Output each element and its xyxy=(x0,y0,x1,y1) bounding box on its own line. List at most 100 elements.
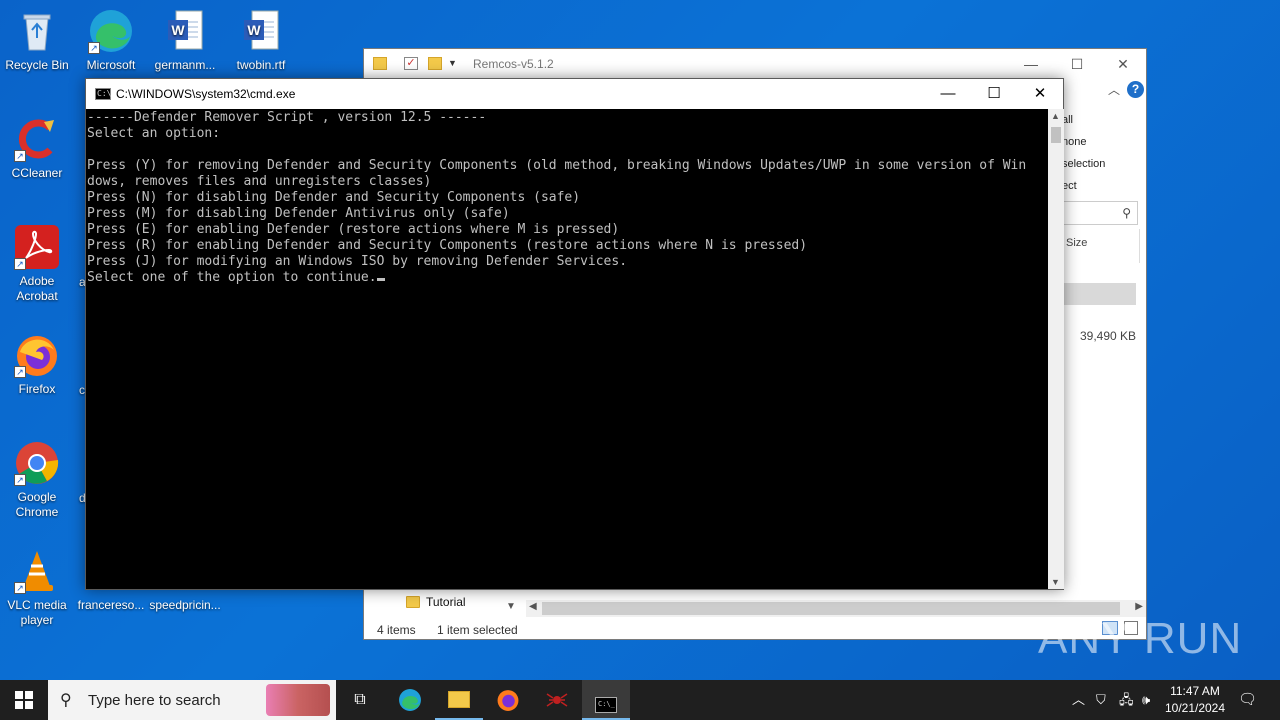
minimize-button[interactable]: — xyxy=(1008,49,1054,79)
windows-logo-icon xyxy=(15,691,33,709)
nav-item-label: Tutorial xyxy=(426,595,466,609)
search-input[interactable]: ⚲ xyxy=(1062,201,1138,225)
desktop-icon-edge[interactable]: ↗ Microsoft Edge xyxy=(74,8,148,73)
column-divider[interactable] xyxy=(1139,229,1140,263)
invert-selection-button[interactable]: selection xyxy=(1062,153,1105,175)
spider-icon xyxy=(546,693,568,707)
console-prompt-line: Select one of the option to continue. xyxy=(87,270,1048,286)
desktop-icon-germanm[interactable]: W germanm... xyxy=(148,8,222,73)
desktop-icon-label: speedpricin... xyxy=(149,598,221,612)
close-button[interactable]: ✕ xyxy=(1100,49,1146,79)
taskbar-search[interactable]: ⚲ Type here to search xyxy=(48,680,336,720)
console-line: Press (Y) for removing Defender and Secu… xyxy=(87,158,1027,173)
text-cursor xyxy=(376,278,385,281)
desktop-icon-chrome[interactable]: ↗ Google Chrome xyxy=(0,440,74,520)
select-all-button[interactable]: all xyxy=(1062,109,1105,131)
new-folder-icon[interactable] xyxy=(428,57,442,70)
search-placeholder: Type here to search xyxy=(88,692,221,709)
cmd-icon: C:\_ xyxy=(595,697,617,713)
shortcut-arrow-icon: ↗ xyxy=(14,150,26,162)
console-prompt: Select one of the option to continue. xyxy=(87,270,377,285)
scroll-left-icon[interactable]: ◀ xyxy=(529,601,537,612)
ribbon-select-group: all none selection ect xyxy=(1062,109,1105,197)
cmd-window[interactable]: C:\ C:\WINDOWS\system32\cmd.exe — ☐ ✕ --… xyxy=(85,78,1064,590)
desktop-icon-twobin[interactable]: W twobin.rtf xyxy=(224,8,298,73)
taskbar-firefox[interactable] xyxy=(484,680,532,720)
anyrun-watermark: ANY RUN xyxy=(1038,614,1243,663)
console-line: Press (M) for disabling Defender Antivir… xyxy=(87,206,510,221)
firefox-icon: ↗ xyxy=(14,332,60,378)
desktop-icon-label: francereso... xyxy=(77,598,145,612)
taskbar-remcos[interactable] xyxy=(533,680,581,720)
clock-time: 11:47 AM xyxy=(1170,684,1220,698)
desktop-icon-recycle-bin[interactable]: Recycle Bin xyxy=(0,8,74,73)
status-item-count: 4 items xyxy=(377,623,416,637)
chrome-icon: ↗ xyxy=(14,440,60,486)
console-line: Select an option: xyxy=(87,126,221,141)
minimize-button[interactable]: — xyxy=(925,79,971,109)
desktop-icon-label: germanm... xyxy=(154,58,216,72)
folder-icon xyxy=(373,57,387,70)
chevron-down-icon[interactable]: ▼ xyxy=(448,57,462,70)
desktop-icon-label: twobin.rtf xyxy=(236,58,286,72)
desktop-icon-label: Google Chrome xyxy=(15,490,59,519)
taskbar-clock[interactable]: 11:47 AM 10/21/2024 xyxy=(1163,683,1227,717)
maximize-button[interactable]: ☐ xyxy=(971,79,1017,109)
taskbar-file-explorer[interactable] xyxy=(435,680,483,720)
desktop-icon-vlc[interactable]: ↗ VLC media player xyxy=(0,548,74,628)
scrollbar-thumb[interactable] xyxy=(542,602,1120,615)
network-icon[interactable]: 🖧 xyxy=(1119,680,1134,720)
desktop-icon-label: Adobe Acrobat xyxy=(16,274,58,303)
security-icon[interactable]: ⛉ xyxy=(1096,680,1106,720)
desktop-icon-ccleaner[interactable]: ↗ CCleaner xyxy=(0,116,74,181)
task-view-button[interactable]: ⧉ xyxy=(336,680,384,720)
recycle-bin-icon xyxy=(14,8,60,54)
scroll-up-icon[interactable]: ▲ xyxy=(1051,111,1060,121)
select-label: ect xyxy=(1062,180,1077,192)
shortcut-arrow-icon: ↗ xyxy=(88,42,100,54)
select-none-button[interactable]: none xyxy=(1062,131,1105,153)
maximize-button[interactable]: ☐ xyxy=(1054,49,1100,79)
notifications-icon[interactable]: 🗨 xyxy=(1238,680,1257,720)
volume-icon[interactable]: 🕪 xyxy=(1142,680,1150,720)
desktop-icon-firefox[interactable]: ↗ Firefox xyxy=(0,332,74,397)
vertical-scrollbar[interactable]: ▲ ▼ xyxy=(1048,109,1064,589)
acrobat-icon: ↗ xyxy=(14,224,60,270)
selected-file-row[interactable] xyxy=(1062,283,1136,305)
close-button[interactable]: ✕ xyxy=(1017,79,1063,109)
console-line: Press (N) for disabling Defender and Sec… xyxy=(87,190,581,205)
scroll-down-icon[interactable]: ▼ xyxy=(1051,577,1060,587)
chevron-down-icon[interactable]: ▼ xyxy=(506,601,516,612)
properties-icon[interactable]: ✓ xyxy=(404,57,418,70)
taskbar-edge[interactable] xyxy=(386,680,434,720)
show-hidden-icons[interactable]: ︿ xyxy=(1072,680,1085,720)
explorer-title: Remcos-v5.1.2 xyxy=(473,57,554,71)
clock-date: 10/21/2024 xyxy=(1164,701,1226,715)
collapse-ribbon-icon[interactable]: ︿ xyxy=(1108,81,1120,98)
svg-text:W: W xyxy=(171,22,185,38)
help-icon[interactable]: ? xyxy=(1127,81,1144,98)
scroll-right-icon[interactable]: ▶ xyxy=(1135,601,1143,612)
scrollbar-thumb[interactable] xyxy=(1051,127,1061,143)
folder-icon xyxy=(448,691,470,708)
start-button[interactable] xyxy=(0,680,48,720)
console-line: Press (R) for enabling Defender and Secu… xyxy=(87,238,808,253)
cmd-titlebar[interactable]: C:\ C:\WINDOWS\system32\cmd.exe — ☐ ✕ xyxy=(86,79,1063,109)
taskbar-cmd[interactable]: C:\_ xyxy=(582,680,630,720)
vlc-icon: ↗ xyxy=(14,548,60,594)
desktop-icon-label: Microsoft Edge xyxy=(86,58,136,72)
taskbar: ⚲ Type here to search ⧉ C:\_ ︿ ⛉ 🖧 🕪 11:… xyxy=(0,680,1280,720)
console-line: Press (E) for enabling Defender (restore… xyxy=(87,222,620,237)
console-output[interactable]: ------Defender Remover Script , version … xyxy=(86,109,1048,589)
nav-item-tutorial[interactable]: Tutorial xyxy=(406,595,466,609)
ccleaner-icon: ↗ xyxy=(14,116,60,162)
shortcut-arrow-icon: ↗ xyxy=(14,258,26,270)
edge-icon: ↗ xyxy=(88,8,134,54)
desktop-icon-label: CCleaner xyxy=(11,166,63,180)
shortcut-arrow-icon: ↗ xyxy=(14,366,26,378)
svg-text:W: W xyxy=(247,22,261,38)
column-header-size[interactable]: Size xyxy=(1066,237,1087,249)
desktop-icon-acrobat[interactable]: ↗ Adobe Acrobat xyxy=(0,224,74,304)
explorer-titlebar[interactable]: ✓ ▼ Remcos-v5.1.2 — ☐ ✕ xyxy=(364,49,1146,79)
